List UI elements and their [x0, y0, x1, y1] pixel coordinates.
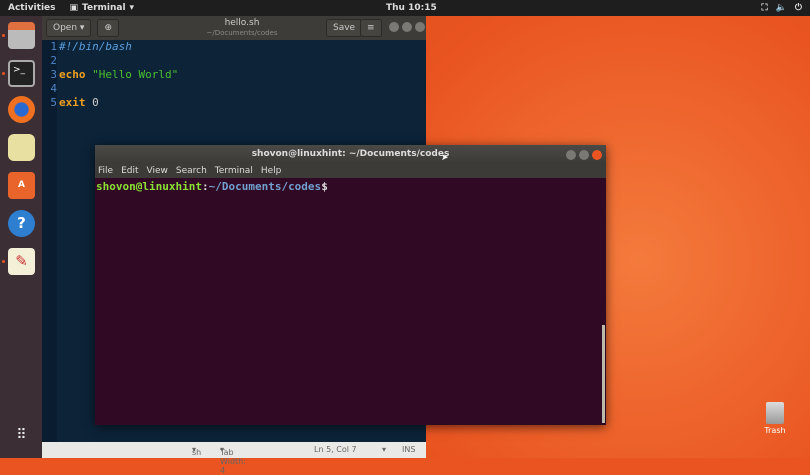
app-menu[interactable]: ▣ Terminal ▾	[70, 3, 135, 13]
prompt-user: shovon@linuxhint	[96, 180, 202, 193]
language-selector[interactable]: sh ▾	[192, 445, 201, 457]
app-menu-label: Terminal	[82, 3, 126, 13]
prompt-symbol: $	[321, 180, 328, 193]
trash-label: Trash	[764, 426, 786, 435]
maximize-button[interactable]	[579, 150, 589, 160]
language-label: sh	[192, 448, 202, 457]
volume-icon: 🔈	[775, 3, 787, 13]
new-tab-button[interactable]: ⊕	[97, 19, 119, 37]
scrollbar[interactable]	[602, 325, 605, 423]
keyword: exit	[59, 96, 86, 109]
save-button[interactable]: Save	[326, 19, 363, 37]
keyword: echo	[59, 68, 86, 81]
menu-terminal[interactable]: Terminal	[215, 166, 253, 176]
activities-button[interactable]: Activities	[8, 3, 56, 13]
terminal-output[interactable]: shovon@linuxhint:~/Documents/codes$	[95, 178, 606, 195]
line-number: 2	[50, 54, 57, 67]
terminal-icon: ▣	[69, 3, 79, 13]
maximize-button[interactable]	[402, 21, 412, 32]
mouse-cursor-icon: ➤	[441, 153, 449, 163]
dock: >_ A ? ✎ ⠿	[0, 16, 42, 458]
close-button[interactable]	[415, 21, 425, 32]
line-number: 1	[50, 40, 57, 53]
number: 0	[92, 96, 99, 109]
menu-file[interactable]: File	[98, 166, 113, 176]
code-line: echo "Hello World"	[59, 68, 178, 81]
menu-search[interactable]: Search	[176, 166, 207, 176]
terminal-title: shovon@linuxhint: ~/Documents/codes	[251, 149, 450, 159]
terminal-titlebar[interactable]: shovon@linuxhint: ~/Documents/codes ➤	[95, 145, 606, 163]
code-line: exit 0	[59, 96, 99, 109]
chevron-down-icon[interactable]: ▾	[382, 445, 386, 454]
menu-view[interactable]: View	[147, 166, 168, 176]
firefox-icon[interactable]	[8, 96, 35, 123]
window-controls	[563, 149, 602, 167]
line-number: 5	[50, 96, 57, 109]
show-applications-icon[interactable]: ⠿	[8, 422, 35, 449]
menu-edit[interactable]: Edit	[121, 166, 138, 176]
prompt-separator: :	[201, 180, 209, 193]
trash-desktop-icon[interactable]: Trash	[758, 402, 792, 435]
chevron-down-icon: ▾	[129, 3, 135, 13]
files-icon[interactable]	[8, 22, 35, 49]
minimize-button[interactable]	[389, 21, 399, 32]
tab-width-selector[interactable]: Tab Width: 4 ▾	[220, 445, 246, 475]
file-path: ~/Documents/codes	[206, 29, 278, 37]
open-button[interactable]: Open ▾	[46, 19, 92, 37]
terminal-dock-icon[interactable]: >_	[8, 60, 35, 87]
close-button[interactable]	[592, 150, 602, 160]
insert-mode: INS	[402, 445, 416, 454]
menu-button[interactable]: ≡	[360, 19, 382, 37]
status-bar: sh ▾ Tab Width: 4 ▾ Ln 5, Col 7 ▾ INS	[42, 442, 426, 475]
menu-help[interactable]: Help	[261, 166, 282, 176]
minimize-button[interactable]	[566, 150, 576, 160]
network-icon: ⛶	[761, 3, 768, 13]
code-line: #!/bin/bash	[59, 40, 132, 53]
file-name: hello.sh	[224, 18, 260, 28]
help-icon[interactable]: ?	[8, 210, 35, 237]
prompt-path: ~/Documents/codes	[208, 180, 322, 193]
terminal-menubar: File Edit View Search Terminal Help	[95, 163, 606, 178]
line-number: 3	[50, 68, 57, 81]
top-bar: Activities ▣ Terminal ▾ Thu 10:15 ⛶ 🔈 ⏻	[0, 0, 810, 16]
system-tray[interactable]: ⛶ 🔈 ⏻	[761, 3, 802, 13]
rhythmbox-icon[interactable]	[8, 134, 35, 161]
open-label: Open	[53, 23, 78, 33]
string: "Hello World"	[92, 68, 179, 81]
tab-width-label: Tab Width: 4	[220, 448, 246, 475]
clock[interactable]: Thu 10:15	[386, 3, 437, 13]
software-center-icon[interactable]: A	[8, 172, 35, 199]
gedit-headerbar: Open ▾ ⊕ hello.sh ~/Documents/codes Save …	[42, 16, 426, 40]
gedit-title: hello.sh ~/Documents/codes	[192, 18, 292, 38]
text-editor-icon[interactable]: ✎	[8, 248, 35, 275]
cursor-position[interactable]: Ln 5, Col 7	[314, 445, 357, 454]
power-icon: ⏻	[794, 3, 802, 13]
line-number: 4	[50, 82, 57, 95]
window-controls	[386, 21, 425, 35]
trash-icon	[766, 402, 784, 424]
terminal-window: shovon@linuxhint: ~/Documents/codes ➤ Fi…	[95, 145, 606, 425]
